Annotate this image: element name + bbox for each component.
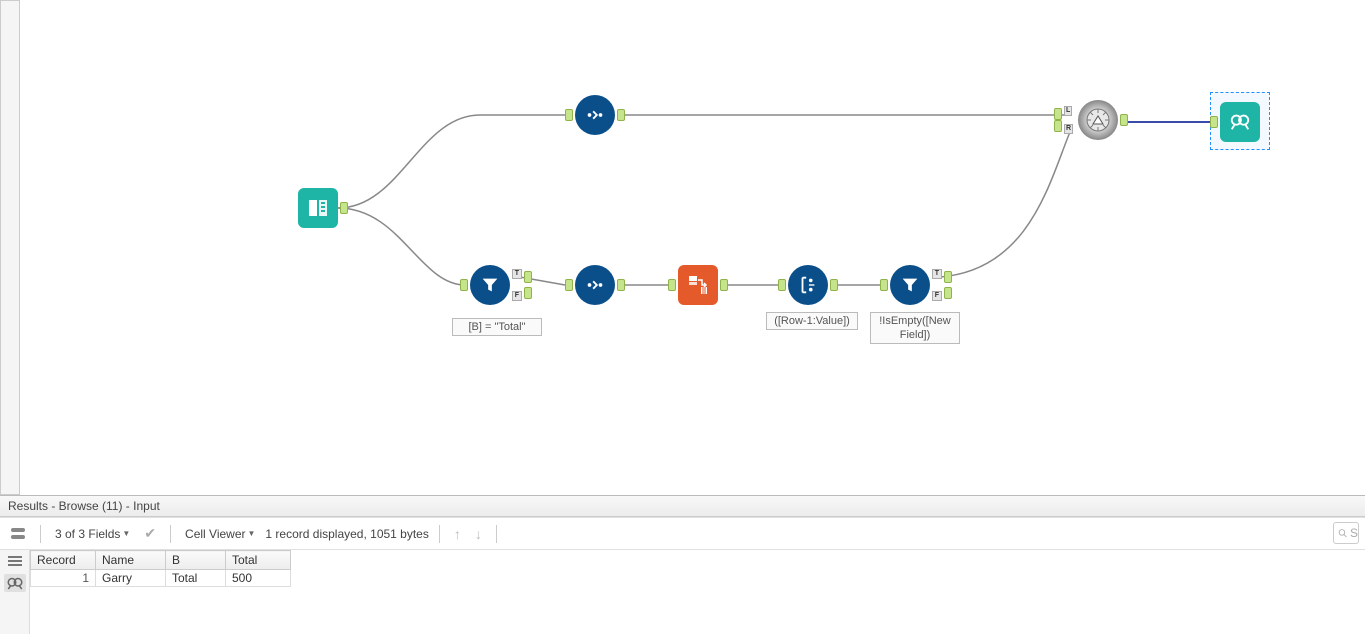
- connection-wires: [20, 0, 1365, 495]
- cell-total: 500: [226, 570, 291, 587]
- fields-dropdown[interactable]: 3 of 3 Fields ▼: [51, 525, 134, 543]
- arrow-down-icon[interactable]: ↓: [471, 524, 486, 544]
- list-view-icon[interactable]: [4, 552, 26, 570]
- cell-name: Garry: [96, 570, 166, 587]
- left-panel-border: [0, 0, 20, 495]
- col-b[interactable]: B: [166, 551, 226, 570]
- results-body: 3 of 3 Fields ▼ ✔ Cell Viewer ▼ 1 record…: [0, 517, 1365, 634]
- filter-tool-1[interactable]: T F: [470, 265, 510, 305]
- filter2-annotation: !IsEmpty([New Field]): [870, 312, 960, 344]
- data-grid[interactable]: Record Name B Total 1 Garry Total 500: [30, 550, 291, 634]
- formula-annotation: ([Row-1:Value]): [766, 312, 858, 330]
- search-placeholder: S: [1350, 526, 1358, 540]
- search-input[interactable]: S: [1333, 522, 1359, 544]
- caret-down-icon: ▼: [122, 529, 130, 538]
- results-title: Results - Browse (11) - Input: [0, 496, 1365, 517]
- cell-record: 1: [31, 570, 96, 587]
- browse-tool[interactable]: [1220, 102, 1260, 142]
- filter1-annotation: [B] = "Total": [452, 318, 542, 336]
- col-total[interactable]: Total: [226, 551, 291, 570]
- arrow-up-icon[interactable]: ↑: [450, 524, 465, 544]
- cell-b: Total: [166, 570, 226, 587]
- record-summary-label: 1 record displayed, 1051 bytes: [265, 527, 428, 541]
- fields-summary-label: 3 of 3 Fields: [55, 527, 120, 541]
- search-icon: [1338, 527, 1347, 539]
- grid-wrap: Record Name B Total 1 Garry Total 500: [0, 550, 1365, 634]
- filter-tool-2[interactable]: T F: [890, 265, 930, 305]
- input-data-tool[interactable]: [298, 188, 338, 228]
- table-row[interactable]: 1 Garry Total 500: [31, 570, 291, 587]
- cell-viewer-label: Cell Viewer: [185, 527, 245, 541]
- select-tool-top[interactable]: [575, 95, 615, 135]
- grid-sidebar: [0, 550, 30, 634]
- multirow-formula-tool[interactable]: [788, 265, 828, 305]
- browse-view-icon[interactable]: [4, 574, 26, 592]
- caret-down-icon: ▼: [248, 529, 256, 538]
- join-tool[interactable]: L R: [1078, 100, 1118, 140]
- results-panel: Results - Browse (11) - Input 3 of 3 Fie…: [0, 495, 1365, 635]
- transpose-tool[interactable]: [678, 265, 718, 305]
- workflow-canvas[interactable]: T F [B] = "Total" ([Row-1:Value]) T F !I…: [20, 0, 1365, 495]
- results-toolbar: 3 of 3 Fields ▼ ✔ Cell Viewer ▼ 1 record…: [0, 518, 1365, 550]
- cell-viewer-dropdown[interactable]: Cell Viewer ▼: [181, 525, 259, 543]
- select-tool-bottom[interactable]: [575, 265, 615, 305]
- metadata-toggle-icon[interactable]: [6, 525, 30, 543]
- table-header-row: Record Name B Total: [31, 551, 291, 570]
- col-name[interactable]: Name: [96, 551, 166, 570]
- col-record[interactable]: Record: [31, 551, 96, 570]
- apply-check-icon[interactable]: ✔: [140, 523, 160, 544]
